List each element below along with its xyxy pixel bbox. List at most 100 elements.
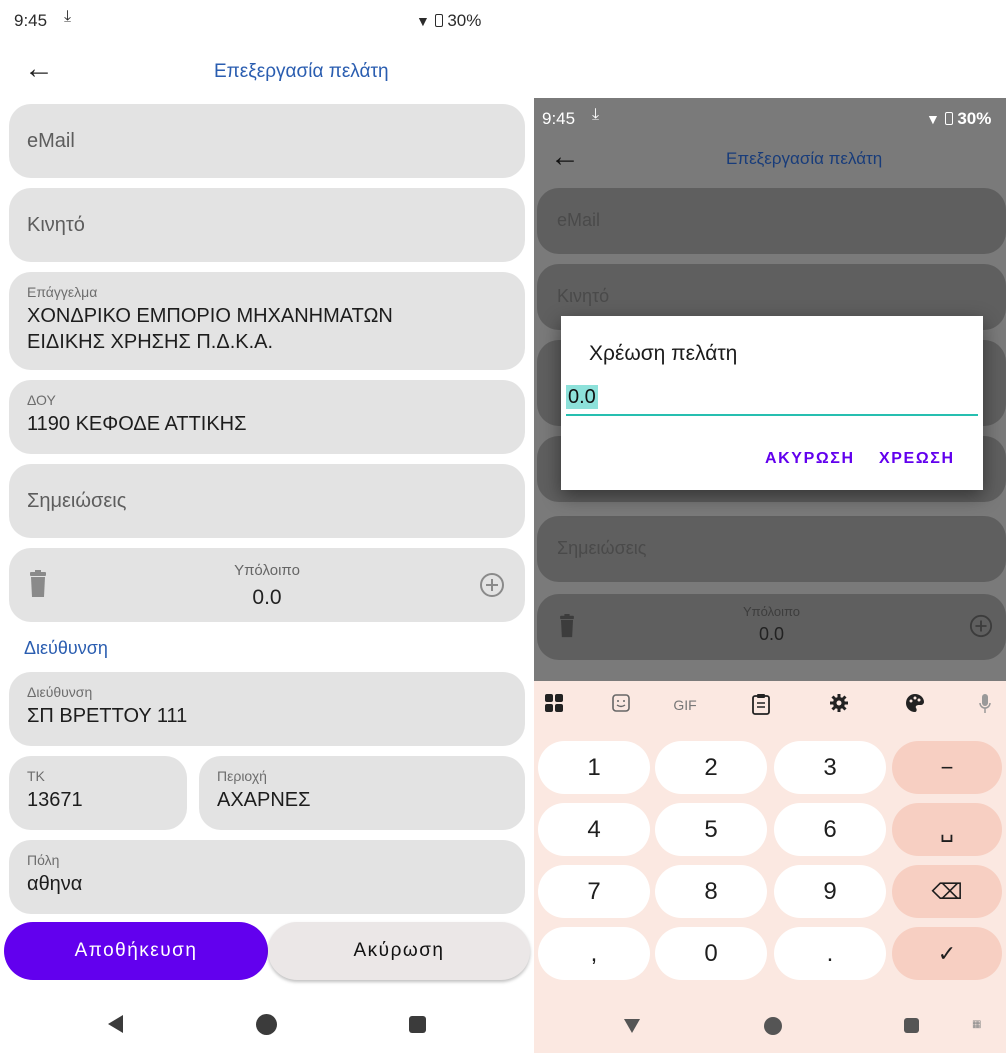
zip-field[interactable]: ΤΚ 13671 [9,756,187,830]
status-bar: 9:45 ⤓ ▼ 30% [0,0,534,42]
address-value: ΣΠ ΒΡΕΤΤΟΥ 111 [27,705,188,727]
tax-office-label: ΔΟΥ [27,392,56,408]
tax-office-value: 1190 ΚΕΦΟΔΕ ΑΤΤΙΚΗΣ [27,413,247,435]
balance-row: Υπόλοιπο 0.0 [9,548,525,622]
key-6[interactable]: 6 [774,803,886,856]
nav-home-icon[interactable] [764,1017,782,1035]
address-field[interactable]: Διεύθυνση ΣΠ ΒΡΕΤΤΟΥ 111 [9,672,525,746]
charge-dialog: Χρέωση πελάτη 0.0 ΑΚΥΡΩΣΗ ΧΡΕΩΣΗ [561,316,983,490]
zip-value: 13671 [27,789,83,811]
key-backspace[interactable]: ⌫ [892,865,1002,918]
profession-line2: ΕΙΔΙΚΗΣ ΧΡΗΣΗΣ Π.Δ.Κ.Α. [27,331,274,353]
email-hint: eMail [27,130,75,152]
key-period[interactable]: . [774,927,886,980]
numeric-keyboard: GIF 1 2 3− 4 5 6 ␣ 7 8 9 ⌫, 0. ✓ ▦ [534,681,1006,1053]
area-label: Περιοχή [217,768,267,784]
balance-label: Υπόλοιπο [234,562,300,579]
apps-icon[interactable] [539,693,569,719]
balance-value: 0.0 [758,624,785,644]
key-comma[interactable]: , [538,927,650,980]
notes-hint: Σημειώσεις [27,490,127,512]
notes-hint: Σημειώσεις [557,538,647,558]
notes-field[interactable]: Σημειώσεις [537,516,1006,582]
balance-label: Υπόλοιπο [742,604,801,619]
city-field[interactable]: Πόλη αθηνα [9,840,525,914]
notes-field[interactable]: Σημειώσεις [9,464,525,538]
key-0[interactable]: 0 [655,927,767,980]
profession-field[interactable]: Επάγγελμα ΧΟΝΔΡΙΚΟ ΕΜΠΟΡΙΟ ΜΗΧΑΝΗΜΑΤΩΝ Ε… [9,272,525,370]
key-5[interactable]: 5 [655,803,767,856]
status-right: ▼ 30% [416,11,481,31]
email-field[interactable]: eMail [537,188,1006,254]
balance-value: 0.0 [252,586,282,609]
gif-button[interactable]: GIF [670,697,700,713]
charge-dialog-screen: 9:45 ⤓ ▼ 30% ← Επεξεργασία πελάτη eMail … [534,98,1006,1053]
key-done[interactable]: ✓ [892,927,1002,980]
keyboard-switch-icon[interactable]: ▦ [972,1019,982,1030]
key-3[interactable]: 3 [774,741,886,794]
back-arrow-icon[interactable]: ← [24,54,54,84]
download-icon: ⤓ [64,8,72,25]
nav-back-icon[interactable] [624,1019,640,1033]
nav-back-icon[interactable] [108,1015,123,1033]
nav-home-icon[interactable] [256,1014,277,1035]
mobile-hint: Κινητό [557,286,610,306]
charge-amount-input[interactable]: 0.0 [566,385,978,416]
wifi-icon: ▼ [926,111,940,127]
key-7[interactable]: 7 [538,865,650,918]
key-minus[interactable]: − [892,741,1002,794]
address-section-title: Διεύθυνση [24,638,108,658]
add-circle-icon[interactable] [479,572,505,598]
email-field[interactable]: eMail [9,104,525,178]
key-2[interactable]: 2 [655,741,767,794]
system-nav-bar [0,997,534,1053]
dialog-cancel-button[interactable]: ΑΚΥΡΩΣΗ [765,450,855,468]
add-circle-icon[interactable] [969,614,993,643]
battery-percent: 30% [447,11,482,30]
profession-line1: ΧΟΝΔΡΙΚΟ ΕΜΠΟΡΙΟ ΜΗΧΑΝΗΜΑΤΩΝ [27,305,393,327]
page-title: Επεξεργασία πελάτη [726,149,883,168]
nav-recents-icon[interactable] [904,1018,919,1033]
area-field[interactable]: Περιοχή ΑΧΑΡΝΕΣ [199,756,525,830]
settings-icon[interactable] [824,693,854,719]
download-icon: ⤓ [592,106,600,123]
page-title: Επεξεργασία πελάτη [214,61,389,82]
clipboard-icon[interactable] [746,693,776,721]
customer-edit-screen: 9:45 ⤓ ▼ 30% ← Επεξεργασία πελάτη eMail … [0,0,534,1053]
tax-office-field[interactable]: ΔΟΥ 1190 ΚΕΦΟΔΕ ΑΤΤΙΚΗΣ [9,380,525,454]
save-button[interactable]: Αποθήκευση [4,922,268,980]
battery-icon [944,112,953,125]
key-9[interactable]: 9 [774,865,886,918]
area-value: ΑΧΑΡΝΕΣ [217,789,311,811]
mobile-field[interactable]: Κινητό [9,188,525,262]
key-space[interactable]: ␣ [892,803,1002,856]
system-nav-bar: ▦ [534,997,1006,1053]
charge-amount-value: 0.0 [566,385,598,409]
status-time: 9:45 [14,11,48,30]
city-label: Πόλη [27,852,60,868]
keyboard-toolbar: GIF [534,681,1006,731]
key-8[interactable]: 8 [655,865,767,918]
dialog-title: Χρέωση πελάτη [589,342,738,365]
battery-percent: 30% [957,109,992,128]
city-value: αθηνα [27,873,83,895]
status-time: 9:45 [542,109,576,128]
mobile-hint: Κινητό [27,214,85,236]
status-bar: 9:45 ⤓ ▼ 30% [534,98,1006,140]
key-1[interactable]: 1 [538,741,650,794]
cancel-button[interactable]: Ακύρωση [268,922,530,980]
zip-label: ΤΚ [27,768,45,784]
balance-row: Υπόλοιπο 0.0 [537,594,1006,660]
palette-icon[interactable] [900,693,930,719]
mic-icon[interactable] [970,693,1000,721]
email-hint: eMail [557,210,601,230]
battery-icon [434,14,443,27]
dialog-charge-button[interactable]: ΧΡΕΩΣΗ [879,450,955,468]
back-arrow-icon[interactable]: ← [550,142,580,172]
status-right: ▼ 30% [926,109,991,129]
wifi-icon: ▼ [416,13,430,29]
sticker-icon[interactable] [606,693,636,719]
key-4[interactable]: 4 [538,803,650,856]
nav-recents-icon[interactable] [409,1016,426,1033]
profession-label: Επάγγελμα [27,284,98,300]
